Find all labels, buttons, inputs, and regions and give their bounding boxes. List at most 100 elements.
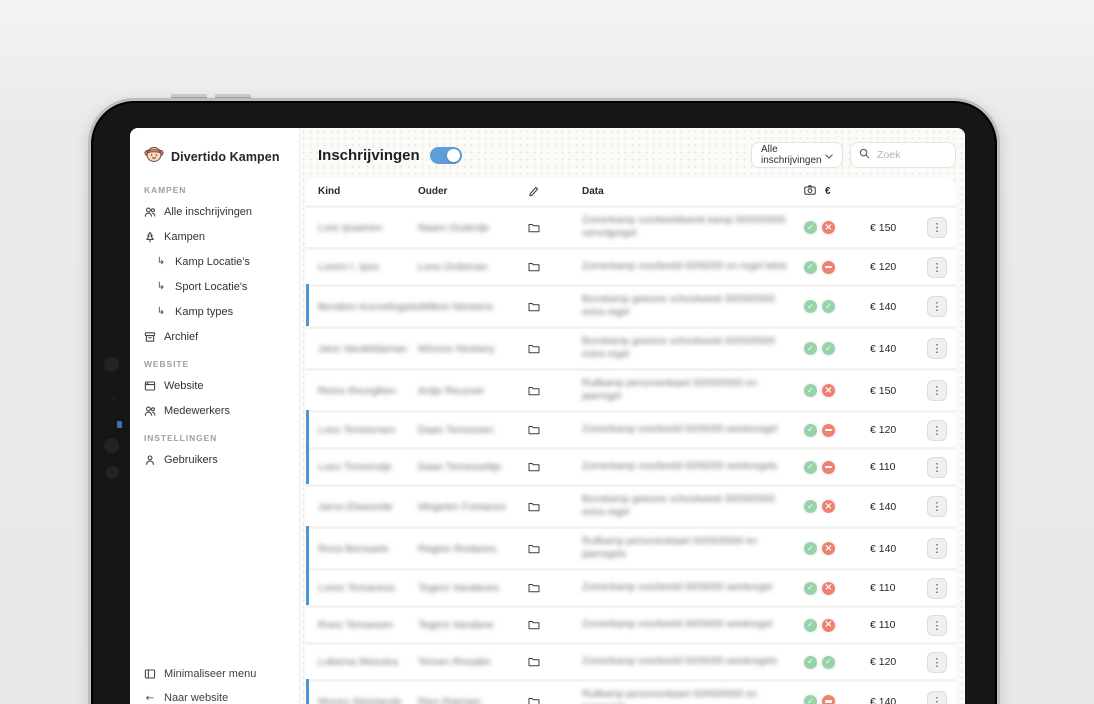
pencil-indicator-icon <box>117 421 122 428</box>
sidebar-item-alle-inschrijvingen[interactable]: Alle inschrijvingen <box>144 199 299 224</box>
folder-icon[interactable] <box>528 462 582 472</box>
browser-icon <box>144 380 156 392</box>
registration-data: Ruilkamp personenkaart 00/00/0000 enjaar… <box>582 689 804 704</box>
status-approved-icon: ✓ <box>822 300 835 313</box>
child-name: Bendem Kornelingslaan <box>318 301 418 313</box>
folder-icon[interactable] <box>528 697 582 704</box>
registration-data: Zomerkamp voorbeeld 00/00/00 weekregels <box>582 461 804 474</box>
search-input[interactable] <box>877 149 937 161</box>
column-header-kind: Kind <box>318 186 418 197</box>
tree-icon <box>144 231 156 243</box>
row-actions-button[interactable]: ⋮ <box>927 217 947 238</box>
table-row[interactable]: Loes Temeersen Daan Temessen Zomerkamp v… <box>306 413 956 450</box>
table-row[interactable]: Loes Timeerstje Daan Temesseltje Zomerka… <box>306 450 956 487</box>
status-blocked-icon <box>822 424 835 437</box>
row-actions-button[interactable]: ⋮ <box>927 457 947 478</box>
folder-icon[interactable] <box>528 302 582 312</box>
parent-name: Rien Raenjes <box>418 696 528 704</box>
sidebar-item-kamp-locaties[interactable]: ↳ Kamp Locatie's <box>144 249 299 274</box>
folder-icon[interactable] <box>528 386 582 396</box>
inschrijvingen-toggle[interactable] <box>430 147 462 164</box>
sidebar-item-gebruikers[interactable]: Gebruikers <box>144 447 299 472</box>
row-actions-button[interactable]: ⋮ <box>927 496 947 517</box>
row-actions-button[interactable]: ⋮ <box>927 257 947 278</box>
table-row[interactable]: Lore Ipsamen Naam Oudertje Zomerkamp voo… <box>306 208 956 250</box>
status-confirmed-icon: ✓ <box>804 695 817 704</box>
bezel-camera-icon <box>104 438 119 453</box>
table-row[interactable]: Roza Bensaels Regien Rodanes Ruilkamp pe… <box>306 529 956 571</box>
arrow-left-icon: ← <box>144 693 156 704</box>
table-row[interactable]: Lobema Weestra Temen Rinsaler Zomerkamp … <box>306 645 956 682</box>
naar-website-link[interactable]: ← Naar website <box>144 686 256 704</box>
row-actions-button[interactable]: ⋮ <box>927 296 947 317</box>
sidebar-item-sport-locaties[interactable]: ↳ Sport Locatie's <box>144 274 299 299</box>
mascot-logo-icon <box>144 144 164 169</box>
column-header-ouder: Ouder <box>418 186 528 197</box>
folder-icon[interactable] <box>528 544 582 554</box>
bezel-sensor-dot <box>112 397 115 400</box>
status-icons: ✓ <box>804 695 856 704</box>
sidebar-item-kamp-types[interactable]: ↳ Kamp types <box>144 299 299 324</box>
child-name: Jans Vandeldaman <box>318 343 418 355</box>
row-actions-button[interactable]: ⋮ <box>927 615 947 636</box>
folder-icon[interactable] <box>528 620 582 630</box>
registration-data: Bonskamp gewone schoolweek 00/00/0000ext… <box>582 336 804 361</box>
child-name: Lorem I. Ipso <box>318 261 418 273</box>
row-actions-button[interactable]: ⋮ <box>927 652 947 673</box>
table-row[interactable]: Lorem I. Ipso Lons Ordeman Zomerkamp voo… <box>306 250 956 287</box>
parent-name: Daan Temessen <box>418 424 528 436</box>
filter-dropdown[interactable]: Alle inschrijvingen <box>751 142 843 168</box>
sub-arrow-icon: ↳ <box>155 281 167 292</box>
row-actions-button[interactable]: ⋮ <box>927 578 947 599</box>
folder-icon[interactable] <box>528 425 582 435</box>
registration-data: Zomerkamp voorbeeld 00/00/00 weekregel <box>582 619 804 632</box>
minimize-menu-button[interactable]: Minimaliseer menu <box>144 662 256 686</box>
sidebar-item-archief[interactable]: Archief <box>144 324 299 349</box>
price-value: € 140 <box>856 543 920 555</box>
price-value: € 140 <box>856 501 920 513</box>
status-confirmed-icon: ✓ <box>804 582 817 595</box>
table-row[interactable]: Reino Reurgiken Antje Reuzner Ruilkamp p… <box>306 371 956 413</box>
status-approved-icon: ✓ <box>822 342 835 355</box>
table-row[interactable]: Mones Wejstande Rien Raenjes Ruilkamp pe… <box>306 682 956 704</box>
status-icons: ✓ × <box>804 221 856 234</box>
row-actions-button[interactable]: ⋮ <box>927 338 947 359</box>
table-row[interactable]: Jarno Elswonde Wegelen Fontanes Bonskamp… <box>306 487 956 529</box>
table-row[interactable]: Lores Temaness Tegers Vandanes Zomerkamp… <box>306 571 956 608</box>
row-actions-button[interactable]: ⋮ <box>927 538 947 559</box>
table-row[interactable]: Roes Temassen Tegers Vandane Zomerkamp v… <box>306 608 956 645</box>
child-name: Lobema Weestra <box>318 656 418 668</box>
status-icons: ✓ × <box>804 500 856 513</box>
price-value: € 110 <box>856 461 920 473</box>
price-value: € 140 <box>856 696 920 704</box>
folder-icon[interactable] <box>528 583 582 593</box>
status-declined-icon: × <box>822 221 835 234</box>
folder-icon[interactable] <box>528 262 582 272</box>
price-value: € 120 <box>856 261 920 273</box>
table-row[interactable]: Jans Vandeldaman Winnos Nestany Bonskamp… <box>306 329 956 371</box>
status-confirmed-icon: ✓ <box>804 300 817 313</box>
folder-icon[interactable] <box>528 223 582 233</box>
folder-icon[interactable] <box>528 344 582 354</box>
row-actions-button[interactable]: ⋮ <box>927 380 947 401</box>
sidebar-item-medewerkers[interactable]: Medewerkers <box>144 398 299 423</box>
sidebar-item-kampen[interactable]: Kampen <box>144 224 299 249</box>
row-actions-button[interactable]: ⋮ <box>927 691 947 704</box>
parent-name: Daan Temesseltje <box>418 461 528 473</box>
table-body: Lore Ipsamen Naam Oudertje Zomerkamp voo… <box>306 208 956 704</box>
folder-icon[interactable] <box>528 657 582 667</box>
search-box[interactable] <box>850 142 956 168</box>
user-icon <box>144 454 156 466</box>
status-blocked-icon <box>822 461 835 474</box>
folder-icon[interactable] <box>528 502 582 512</box>
row-actions-button[interactable]: ⋮ <box>927 420 947 441</box>
registrations-table: Kind Ouder Data € Lore Ipsamen Naam Oude… <box>306 178 956 704</box>
parent-name: Regien Rodanes <box>418 543 528 555</box>
camera-icon <box>804 185 816 198</box>
status-declined-icon: × <box>822 582 835 595</box>
tablet-device-frame: Divertido Kampen KAMPEN Alle inschrijvin… <box>88 98 1000 704</box>
sidebar-item-website[interactable]: Website <box>144 373 299 398</box>
status-confirmed-icon: ✓ <box>804 656 817 669</box>
status-icons: ✓ <box>804 261 856 274</box>
table-row[interactable]: Bendem Kornelingslaan Willem Niestens Bo… <box>306 287 956 329</box>
